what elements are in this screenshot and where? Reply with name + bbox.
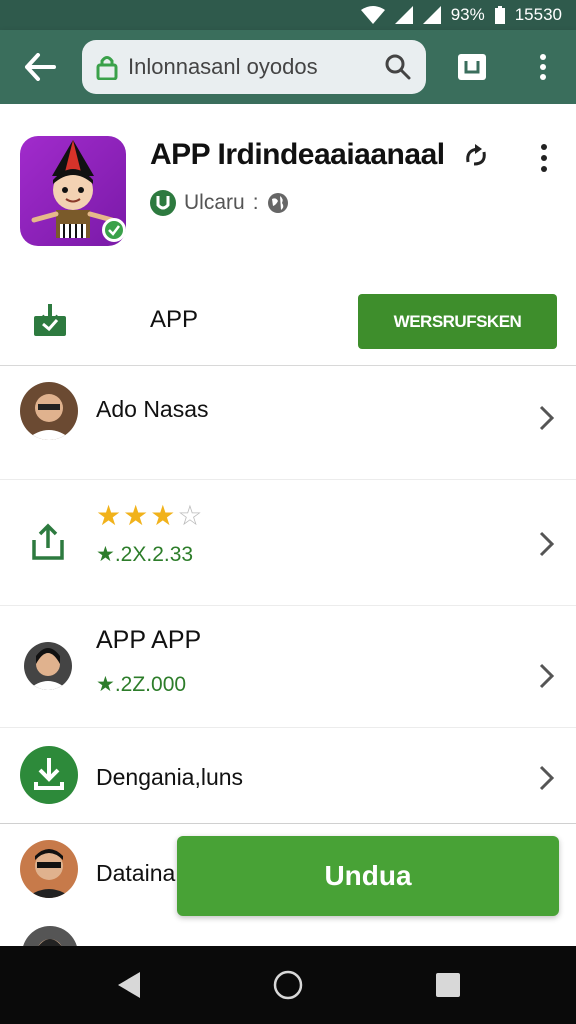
developer-name: Ulcaru — [184, 191, 245, 214]
more-vert-icon — [540, 54, 546, 60]
browser-toolbar: Inlonnasanl oyodos — [0, 30, 576, 104]
list-item-2[interactable]: ★ ★ ★ ☆ ★.2X.2.33 — [0, 480, 576, 606]
list-item-1[interactable]: Ado Nasas — [0, 366, 576, 480]
download-box-icon — [34, 304, 66, 336]
chevron-right-icon — [539, 405, 555, 431]
app-type-label: APP — [150, 306, 199, 333]
tabs-button[interactable] — [456, 52, 488, 82]
list-item-3[interactable]: APP APP ★.2Z.000 — [0, 606, 576, 728]
list-item-title: Dataina — [96, 860, 176, 886]
clock: 15530 — [514, 5, 562, 24]
install-button[interactable]: WERSRUFSKEN — [358, 294, 557, 349]
url-bar[interactable]: Inlonnasanl oyodos — [82, 40, 426, 94]
chevron-right-icon — [539, 531, 555, 557]
list-item-title: APP APP — [96, 626, 202, 654]
system-nav-bar — [0, 946, 576, 1024]
download-circle-icon — [20, 746, 78, 804]
back-triangle-icon[interactable] — [116, 970, 142, 1000]
globe-icon — [267, 193, 288, 213]
tabs-icon — [458, 54, 486, 80]
star-full-icon: ★ — [96, 500, 122, 531]
search-icon[interactable] — [384, 53, 412, 81]
avatar — [20, 382, 78, 440]
wifi-icon — [360, 6, 385, 24]
star-empty-icon: ☆ — [177, 500, 203, 531]
lock-icon — [96, 56, 118, 80]
signal-icon-2 — [422, 6, 441, 24]
list-item-4[interactable]: Dengania,luns — [0, 728, 576, 824]
star-full-icon: ★ — [150, 500, 176, 531]
developer-badge-icon — [150, 190, 176, 216]
verified-badge-icon — [102, 218, 126, 242]
share-upload-icon — [32, 523, 64, 560]
chevron-right-icon — [539, 765, 555, 791]
list-item-subtitle: ★.2X.2.33 — [96, 543, 194, 566]
green-star-icon: ★ — [96, 673, 115, 696]
download-button[interactable]: Undua — [177, 836, 559, 916]
browser-more-button[interactable] — [528, 48, 558, 86]
developer-suffix: : — [252, 191, 259, 214]
install-row: APP WERSRUFSKEN — [0, 274, 576, 366]
app-more-button[interactable] — [540, 144, 548, 172]
star-full-icon: ★ — [123, 500, 149, 531]
battery-percent: 93% — [450, 5, 485, 24]
app-title: APP Irdindeaaiaanaal — [150, 138, 445, 171]
list-item-title: Ado Nasas — [96, 396, 209, 422]
list-item-title: Dengania,luns — [96, 764, 244, 790]
signal-icon — [394, 6, 413, 24]
green-star-icon: ★ — [96, 543, 115, 566]
rating-stars: ★ ★ ★ ☆ — [96, 502, 202, 530]
battery-icon — [494, 6, 505, 24]
recents-square-icon[interactable] — [435, 972, 461, 998]
status-bar: 93% 15530 — [0, 0, 576, 30]
chevron-right-icon — [539, 663, 555, 689]
avatar — [24, 642, 72, 690]
avatar — [20, 840, 78, 898]
home-circle-icon[interactable] — [273, 970, 303, 1000]
list-item-subtitle: ★.2Z.000 — [96, 673, 187, 696]
refresh-share-icon[interactable] — [462, 142, 490, 170]
url-text[interactable]: Inlonnasanl oyodos — [128, 54, 384, 80]
back-arrow-icon — [25, 53, 56, 81]
developer-row[interactable]: Ulcaru : — [150, 190, 289, 216]
back-button[interactable] — [0, 30, 80, 104]
